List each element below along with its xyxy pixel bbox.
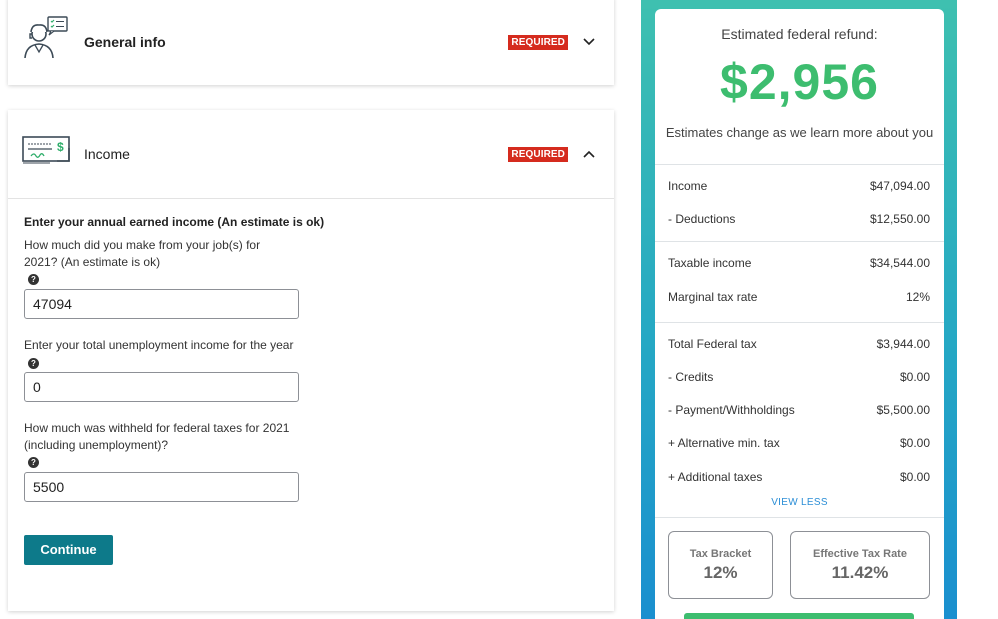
tax-bracket-label: Tax Bracket bbox=[689, 548, 752, 560]
summary-row-taxable-income: Taxable income $34,544.00 bbox=[668, 256, 930, 270]
income-title: Income bbox=[84, 146, 130, 162]
row-value: $3,944.00 bbox=[876, 337, 930, 351]
row-label: Income bbox=[668, 179, 708, 193]
refund-amount: $2,956 bbox=[720, 54, 879, 110]
refund-summary-card: Estimated federal refund: $2,956 Estimat… bbox=[655, 9, 944, 619]
refund-note: Estimates change as we learn more about … bbox=[665, 125, 934, 140]
row-label: + Additional taxes bbox=[668, 470, 763, 484]
svg-text:$: $ bbox=[57, 140, 64, 154]
row-label: - Credits bbox=[668, 370, 714, 384]
row-label: Marginal tax rate bbox=[668, 290, 758, 304]
general-info-title: General info bbox=[84, 34, 166, 50]
effective-rate-value: 11.42% bbox=[831, 563, 889, 582]
withholding-question: How much was withheld for federal taxes … bbox=[24, 421, 290, 452]
view-less-link[interactable]: VIEW LESS bbox=[655, 497, 944, 508]
chevron-up-icon[interactable] bbox=[582, 147, 596, 161]
general-info-header[interactable]: General info REQUIRED bbox=[8, 0, 614, 85]
row-label: - Deductions bbox=[668, 212, 736, 226]
chevron-down-icon[interactable] bbox=[582, 35, 596, 49]
help-icon[interactable]: ? bbox=[28, 457, 39, 468]
unemployment-question: Enter your total unemployment income for… bbox=[24, 338, 294, 352]
person-chat-icon bbox=[22, 14, 70, 69]
row-value: $12,550.00 bbox=[869, 212, 930, 226]
summary-row-income: Income $47,094.00 bbox=[668, 179, 930, 193]
income-card: $ Income REQUIRED Enter your annual earn… bbox=[8, 110, 614, 611]
summary-action-button[interactable] bbox=[684, 613, 914, 619]
unemployment-input[interactable]: 0 bbox=[24, 372, 299, 402]
income-divider bbox=[8, 198, 614, 199]
summary-divider bbox=[655, 322, 944, 323]
income-header[interactable]: $ Income REQUIRED bbox=[8, 110, 614, 198]
row-value: $47,094.00 bbox=[869, 179, 930, 193]
required-badge: REQUIRED bbox=[508, 147, 568, 162]
summary-row-withholdings: - Payment/Withholdings $5,500.00 bbox=[668, 403, 930, 417]
help-icon[interactable]: ? bbox=[28, 274, 39, 285]
continue-button[interactable]: Continue bbox=[24, 535, 113, 565]
refund-label: Estimated federal refund: bbox=[721, 26, 878, 42]
required-badge: REQUIRED bbox=[508, 35, 568, 50]
row-label: - Payment/Withholdings bbox=[668, 403, 795, 417]
row-value: $0.00 bbox=[899, 370, 930, 384]
help-icon[interactable]: ? bbox=[28, 358, 39, 369]
row-label: Total Federal tax bbox=[668, 337, 757, 351]
effective-rate-label: Effective Tax Rate bbox=[813, 548, 907, 560]
summary-divider bbox=[655, 517, 944, 518]
summary-row-amt: + Alternative min. tax $0.00 bbox=[668, 436, 930, 450]
summary-row-total-federal-tax: Total Federal tax $3,944.00 bbox=[668, 337, 930, 351]
row-value: $0.00 bbox=[899, 470, 930, 484]
row-value: $5,500.00 bbox=[876, 403, 930, 417]
general-info-card: General info REQUIRED bbox=[8, 0, 614, 85]
row-value: $0.00 bbox=[899, 436, 930, 450]
job-income-question: How much did you make from your job(s) f… bbox=[24, 238, 261, 269]
effective-rate-tile: Effective Tax Rate 11.42% bbox=[790, 531, 930, 599]
row-value: 12% bbox=[905, 290, 930, 304]
check-dollar-icon: $ bbox=[22, 136, 72, 171]
summary-row-deductions: - Deductions $12,550.00 bbox=[668, 212, 930, 226]
income-form-heading: Enter your annual earned income (An esti… bbox=[24, 215, 325, 229]
tax-bracket-tile: Tax Bracket 12% bbox=[668, 531, 773, 599]
tax-bracket-value: 12% bbox=[703, 563, 738, 582]
summary-divider bbox=[655, 164, 944, 165]
row-label: Taxable income bbox=[668, 256, 752, 270]
row-label: + Alternative min. tax bbox=[668, 436, 780, 450]
summary-row-marginal-rate: Marginal tax rate 12% bbox=[668, 290, 930, 304]
summary-divider bbox=[655, 241, 944, 242]
row-value: $34,544.00 bbox=[869, 256, 930, 270]
summary-row-credits: - Credits $0.00 bbox=[668, 370, 930, 384]
summary-row-additional-taxes: + Additional taxes $0.00 bbox=[668, 470, 930, 484]
withholding-input[interactable]: 5500 bbox=[24, 472, 299, 502]
job-income-input[interactable]: 47094 bbox=[24, 289, 299, 319]
